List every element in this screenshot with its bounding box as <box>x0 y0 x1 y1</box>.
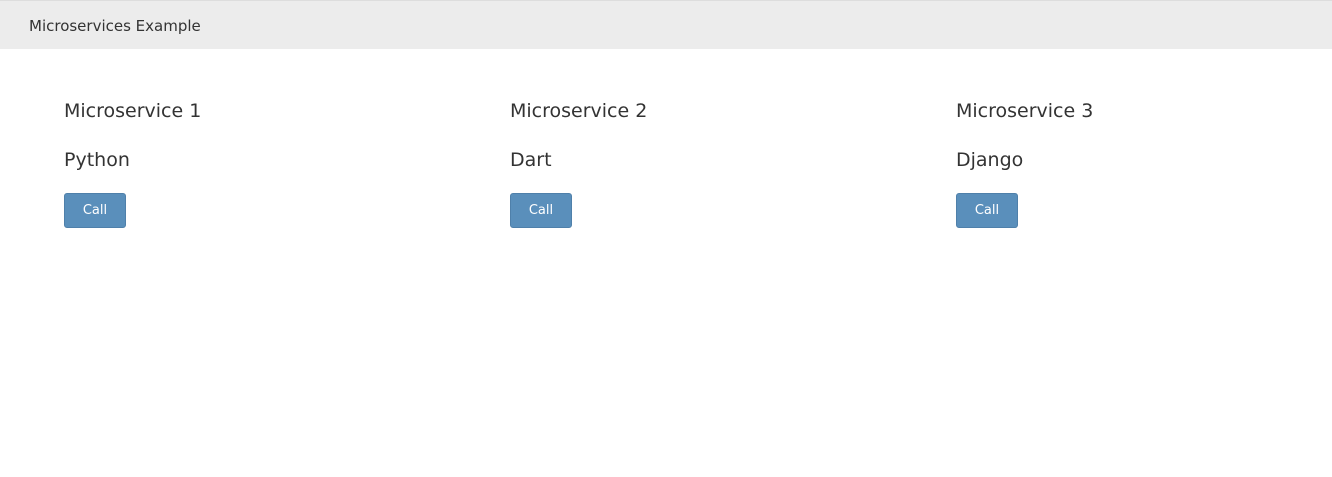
microservice-title: Microservice 2 <box>510 100 648 122</box>
call-button-2[interactable]: Call <box>510 193 572 228</box>
microservice-title: Microservice 3 <box>956 100 1094 122</box>
call-button-3[interactable]: Call <box>956 193 1018 228</box>
microservice-card-2: Microservice 2 Dart Call <box>510 98 910 228</box>
navbar-brand[interactable]: Microservices Example <box>29 16 201 36</box>
call-button-1[interactable]: Call <box>64 193 126 228</box>
navbar: Microservices Example <box>0 0 1332 49</box>
microservice-tech: Python <box>64 149 130 171</box>
microservice-card-3: Microservice 3 Django Call <box>956 98 1332 228</box>
microservice-title: Microservice 1 <box>64 100 202 122</box>
microservice-card-1: Microservice 1 Python Call <box>64 98 464 228</box>
microservice-tech: Dart <box>510 149 552 171</box>
microservice-tech: Django <box>956 149 1024 171</box>
